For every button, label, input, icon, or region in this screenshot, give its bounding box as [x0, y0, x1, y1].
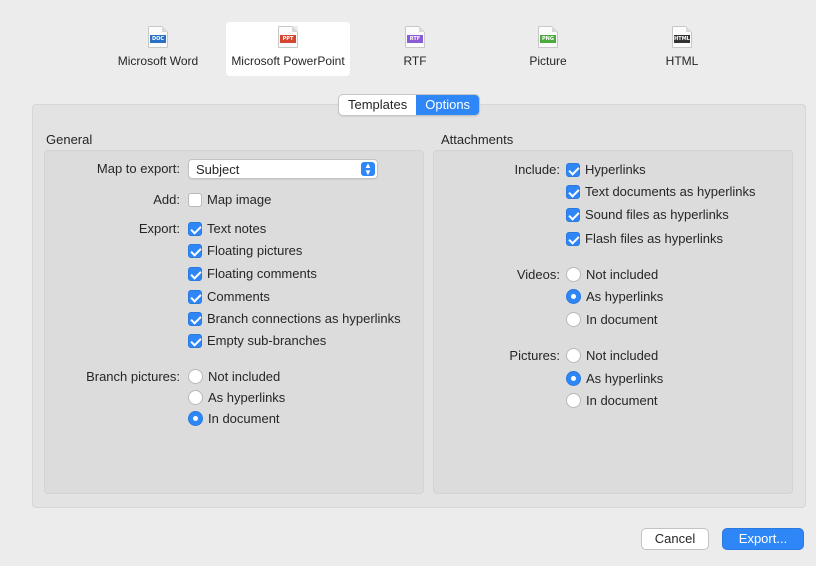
png-file-icon: PNG	[538, 26, 558, 48]
cancel-button[interactable]: Cancel	[641, 528, 709, 550]
map-image-checkbox[interactable]: Map image	[188, 192, 271, 207]
videos-as-hyperlinks-radio[interactable]: As hyperlinks	[566, 289, 663, 304]
radio-icon	[188, 369, 203, 384]
export-button[interactable]: Export...	[722, 528, 804, 550]
videos-not-included-radio[interactable]: Not included	[566, 267, 658, 282]
format-word[interactable]: DOC Microsoft Word	[110, 22, 206, 76]
checkbox-icon	[566, 207, 580, 222]
comments-checkbox[interactable]: Comments	[188, 289, 270, 304]
radio-icon	[566, 289, 581, 304]
rtf-file-icon: RTF	[405, 26, 425, 48]
radio-icon	[566, 312, 581, 327]
ppt-file-icon: PPT	[278, 26, 298, 48]
checkbox-icon	[188, 266, 202, 281]
attachments-title: Attachments	[441, 132, 514, 147]
format-html[interactable]: HTML HTML	[652, 22, 712, 76]
add-label: Add:	[153, 192, 180, 207]
videos-label: Videos:	[516, 267, 560, 282]
floating-pictures-checkbox[interactable]: Floating pictures	[188, 243, 302, 258]
select-value: Subject	[196, 162, 240, 177]
include-label: Include:	[514, 162, 560, 177]
format-rtf[interactable]: RTF RTF	[385, 22, 445, 76]
checkbox-icon	[188, 192, 202, 207]
branch-pictures-not-included-radio[interactable]: Not included	[188, 369, 280, 384]
doc-file-icon: DOC	[148, 26, 168, 48]
checkbox-icon	[188, 243, 202, 258]
radio-icon	[566, 393, 581, 408]
checkbox-icon	[566, 184, 580, 199]
text-documents-checkbox[interactable]: Text documents as hyperlinks	[566, 184, 756, 199]
tab-templates[interactable]: Templates	[339, 95, 416, 115]
hyperlinks-checkbox[interactable]: Hyperlinks	[566, 162, 646, 177]
format-label: HTML	[665, 54, 699, 68]
format-powerpoint[interactable]: PPT Microsoft PowerPoint	[226, 22, 350, 76]
branch-pictures-label: Branch pictures:	[86, 369, 180, 384]
radio-icon	[188, 390, 203, 405]
flash-files-checkbox[interactable]: Flash files as hyperlinks	[566, 231, 723, 246]
format-label: Microsoft PowerPoint	[231, 54, 345, 68]
pictures-label: Pictures:	[509, 348, 560, 363]
map-to-export-select[interactable]: Subject ▲ ▼	[188, 159, 378, 179]
general-title: General	[46, 132, 93, 147]
format-label: RTF	[403, 54, 427, 68]
checkbox-icon	[566, 231, 580, 246]
checkbox-icon	[566, 162, 580, 177]
text-notes-checkbox[interactable]: Text notes	[188, 221, 266, 236]
checkbox-icon	[188, 221, 202, 236]
pictures-not-included-radio[interactable]: Not included	[566, 348, 658, 363]
videos-in-document-radio[interactable]: In document	[566, 312, 658, 327]
html-file-icon: HTML	[672, 26, 692, 48]
pictures-as-hyperlinks-radio[interactable]: As hyperlinks	[566, 371, 663, 386]
format-label: Picture	[529, 54, 567, 68]
radio-icon	[566, 348, 581, 363]
pictures-in-document-radio[interactable]: In document	[566, 393, 658, 408]
branch-pictures-as-hyperlinks-radio[interactable]: As hyperlinks	[188, 390, 285, 405]
branch-connections-checkbox[interactable]: Branch connections as hyperlinks	[188, 311, 401, 326]
format-label: Microsoft Word	[117, 54, 199, 68]
format-picture[interactable]: PNG Picture	[518, 22, 578, 76]
map-to-export-label: Map to export:	[96, 161, 180, 176]
radio-icon	[566, 267, 581, 282]
tab-bar: Templates Options	[338, 94, 481, 116]
branch-pictures-in-document-radio[interactable]: In document	[188, 411, 280, 426]
chevron-updown-icon: ▲ ▼	[361, 162, 375, 177]
checkbox-icon	[188, 311, 202, 326]
export-label: Export:	[138, 221, 180, 236]
radio-icon	[188, 411, 203, 426]
checkbox-icon	[188, 289, 202, 304]
sound-files-checkbox[interactable]: Sound files as hyperlinks	[566, 207, 729, 222]
checkbox-icon	[188, 333, 202, 348]
format-toolbar: DOC Microsoft Word PPT Microsoft PowerPo…	[0, 0, 816, 80]
empty-sub-branches-checkbox[interactable]: Empty sub-branches	[188, 333, 326, 348]
tab-options[interactable]: Options	[416, 95, 480, 115]
floating-comments-checkbox[interactable]: Floating comments	[188, 266, 317, 281]
radio-icon	[566, 371, 581, 386]
